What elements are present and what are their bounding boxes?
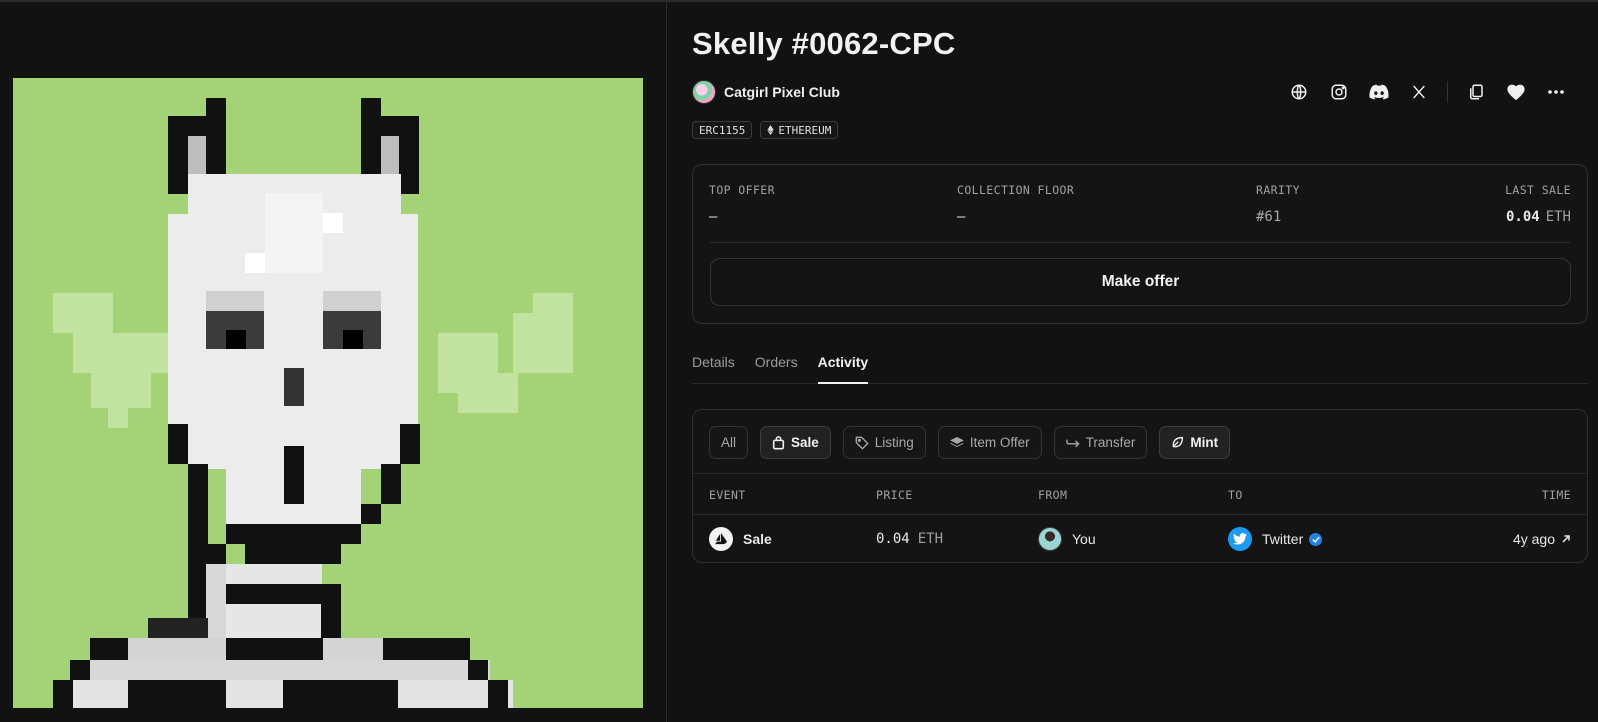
- divider: [710, 242, 1570, 243]
- price-unit: ETH: [917, 531, 944, 547]
- activity-card: All Sale Listing Item Offer Transfer Min…: [692, 409, 1588, 563]
- stat-label: COLLECTION FLOOR: [957, 183, 1075, 197]
- ethereum-icon: [767, 125, 774, 135]
- social-toolbar: [1271, 80, 1568, 104]
- col-from-header: FROM: [1038, 488, 1068, 502]
- token-tags: ERC1155 ETHEREUM: [692, 121, 839, 139]
- from-cell[interactable]: You: [1038, 515, 1096, 563]
- discord-icon[interactable]: [1367, 80, 1391, 104]
- event-label: Sale: [743, 531, 772, 547]
- collection-avatar: [692, 80, 716, 104]
- divider: [693, 473, 1587, 474]
- to-label[interactable]: Twitter: [1262, 531, 1303, 547]
- avatar: [1038, 527, 1062, 551]
- globe-icon[interactable]: [1287, 80, 1311, 104]
- filter-sale[interactable]: Sale: [760, 426, 831, 459]
- last-sale-value: 0.04: [1505, 209, 1540, 225]
- stat-label: RARITY: [1256, 183, 1300, 197]
- tag-icon: [855, 436, 869, 450]
- item-details-panel: Skelly #0062-CPC Catgirl Pixel Club ERC1…: [667, 0, 1598, 722]
- more-icon[interactable]: [1544, 80, 1568, 104]
- col-to-header: TO: [1228, 488, 1243, 502]
- x-icon[interactable]: [1407, 80, 1431, 104]
- filter-item-offer[interactable]: Item Offer: [937, 426, 1042, 459]
- to-cell[interactable]: Twitter: [1228, 515, 1323, 563]
- stat-value[interactable]: #61: [1256, 209, 1300, 225]
- filter-all[interactable]: All: [709, 426, 749, 459]
- tab-orders[interactable]: Orders: [755, 350, 798, 384]
- price-cell: 0.04 ETH: [876, 515, 943, 563]
- copy-icon[interactable]: [1464, 80, 1488, 104]
- external-link-icon[interactable]: [1561, 534, 1571, 544]
- mint-leaf-icon: [1173, 436, 1184, 448]
- stat-label: TOP OFFER: [709, 183, 775, 197]
- col-price-header: PRICE: [876, 488, 913, 502]
- make-offer-button[interactable]: Make offer: [710, 258, 1571, 306]
- price-value: 0.04: [876, 531, 910, 547]
- stat-label: LAST SALE: [1505, 183, 1571, 197]
- transfer-icon: [1065, 439, 1080, 447]
- toolbar-separator: [1447, 81, 1448, 103]
- chain-tag[interactable]: ETHEREUM: [760, 121, 839, 139]
- heart-icon[interactable]: [1504, 80, 1528, 104]
- last-sale-stat: LAST SALE 0.04 ETH: [1505, 183, 1571, 225]
- collection-floor-stat: COLLECTION FLOOR –: [957, 183, 1074, 225]
- activity-filters: All Sale Listing Item Offer Transfer Min…: [709, 426, 1231, 459]
- collection-name[interactable]: Catgirl Pixel Club: [724, 84, 840, 100]
- opensea-icon: [709, 527, 733, 551]
- stat-value: 0.04 ETH: [1505, 209, 1571, 225]
- item-title: Skelly #0062-CPC: [692, 26, 956, 61]
- col-event-header: EVENT: [709, 488, 746, 502]
- filter-listing[interactable]: Listing: [842, 426, 926, 459]
- tab-activity[interactable]: Activity: [817, 350, 869, 384]
- twitter-bird-icon: [1228, 527, 1252, 551]
- table-row[interactable]: Sale 0.04 ETH You Twitter 4y ago: [693, 515, 1587, 563]
- event-cell: Sale: [709, 515, 772, 563]
- top-offer-stat: TOP OFFER –: [709, 183, 775, 225]
- price-stats-card: TOP OFFER – COLLECTION FLOOR – RARITY #6…: [692, 164, 1588, 324]
- rarity-stat: RARITY #61: [1256, 183, 1300, 225]
- layers-icon: [949, 436, 964, 447]
- skelly-pixel-art: [13, 78, 643, 708]
- nft-image[interactable]: [13, 78, 643, 708]
- col-time-header: TIME: [1541, 488, 1571, 502]
- stat-value: –: [957, 209, 966, 225]
- token-standard-tag: ERC1155: [692, 121, 753, 139]
- stat-value: –: [709, 209, 718, 225]
- filter-transfer[interactable]: Transfer: [1053, 426, 1148, 459]
- last-sale-unit: ETH: [1545, 209, 1571, 225]
- collection-link[interactable]: Catgirl Pixel Club: [692, 80, 840, 104]
- verified-badge-icon: [1309, 532, 1323, 546]
- tab-details[interactable]: Details: [692, 350, 735, 384]
- item-tabs: Details Orders Activity: [692, 350, 1588, 384]
- filter-mint[interactable]: Mint: [1159, 426, 1231, 459]
- from-label[interactable]: You: [1072, 531, 1096, 547]
- time-cell[interactable]: 4y ago: [1513, 515, 1571, 563]
- shopping-bag-icon: [772, 435, 785, 449]
- instagram-icon[interactable]: [1327, 80, 1351, 104]
- time-label[interactable]: 4y ago: [1513, 531, 1555, 547]
